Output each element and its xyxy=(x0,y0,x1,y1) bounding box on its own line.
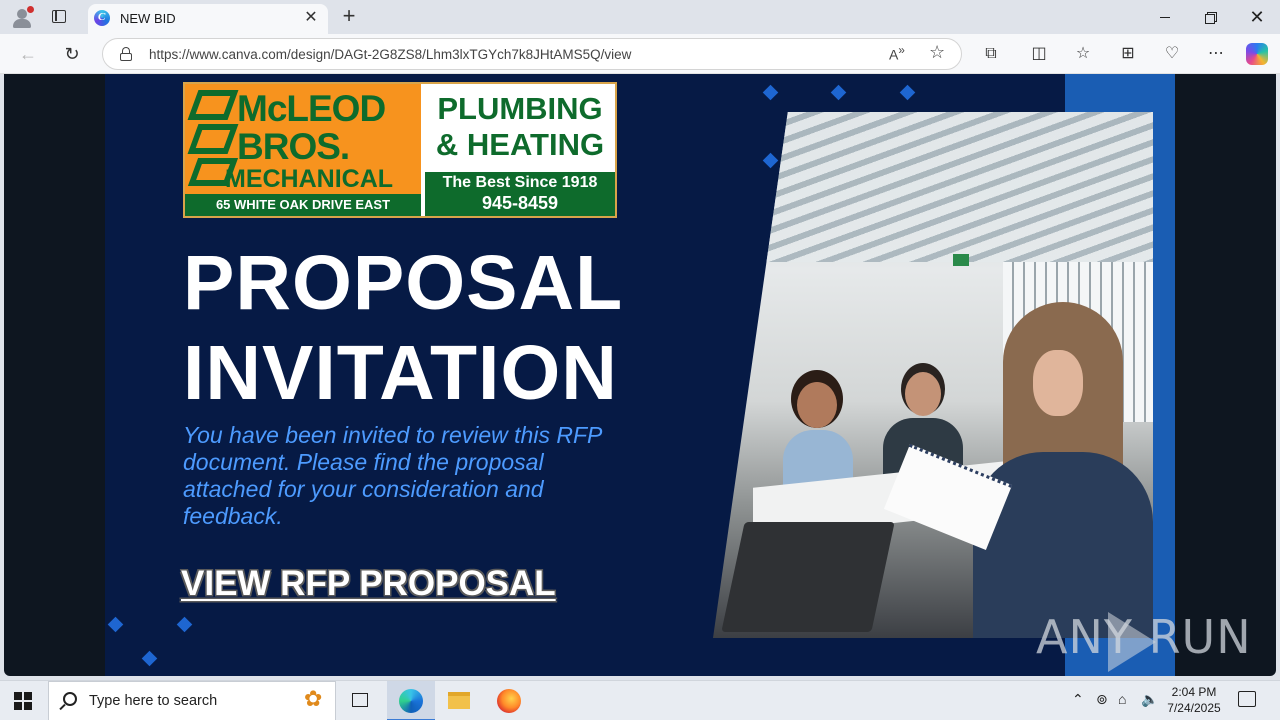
heading-line1: PROPOSAL xyxy=(183,240,624,326)
reload-icon[interactable]: ↻ xyxy=(58,40,86,68)
taskbar-search-box[interactable]: Type here to search ✿ xyxy=(48,681,336,720)
back-icon[interactable]: ← xyxy=(14,40,42,68)
logo-service2: & HEATING xyxy=(435,127,605,162)
favorite-star-icon[interactable]: ☆ xyxy=(929,42,945,63)
search-placeholder[interactable]: Type here to search xyxy=(89,693,217,709)
diamond-decoration xyxy=(830,84,847,101)
clock-time: 2:04 PM xyxy=(1171,685,1217,699)
anyrun-play-icon xyxy=(1108,612,1156,672)
read-aloud-icon[interactable]: A» xyxy=(889,44,905,63)
heading-line2: INVITATION xyxy=(183,330,618,416)
diamond-decoration xyxy=(899,84,916,101)
window-close-button[interactable]: ✕ xyxy=(1234,0,1280,34)
show-hidden-icons-chevron-icon[interactable]: ⌃ xyxy=(1072,691,1084,708)
company-logo-banner: McLEOD BROS. MECHANICAL 65 WHITE OAK DRI… xyxy=(183,82,617,218)
logo-phone: 945-8459 xyxy=(481,193,559,213)
collections-icon[interactable]: ⊞ xyxy=(1114,40,1142,68)
volume-icon[interactable]: 🔈 xyxy=(1141,691,1158,708)
edge-taskbar-button[interactable] xyxy=(387,681,435,720)
security-icon[interactable]: ⊚ xyxy=(1096,691,1108,708)
logo-tag-bar: The Best Since 1918 945-8459 xyxy=(425,172,615,216)
address-bar[interactable]: https://www.canva.com/design/DAGt-2G8ZS8… xyxy=(102,38,962,70)
logo-right-panel: PLUMBING & HEATING The Best Since 1918 9… xyxy=(425,84,615,216)
search-highlight-flowers-icon: ✿ xyxy=(304,686,323,711)
logo-line3: MECHANICAL xyxy=(225,165,394,193)
page-viewport: McLEOD BROS. MECHANICAL 65 WHITE OAK DRI… xyxy=(4,74,1276,676)
browser-essentials-icon[interactable]: ♡ xyxy=(1158,40,1186,68)
windows-taskbar: Type here to search ✿ ⌃ ⊚ ⌂ 🔈 2:04 PM 7/… xyxy=(0,680,1280,720)
windows-start-icon[interactable] xyxy=(14,692,32,710)
logo-address: 65 WHITE OAK DRIVE EAST xyxy=(185,194,421,216)
profile-icon[interactable] xyxy=(10,6,34,30)
diamond-decoration xyxy=(762,84,779,101)
tab-actions-icon[interactable] xyxy=(50,8,68,26)
edge-icon xyxy=(399,689,423,713)
notification-center-icon[interactable] xyxy=(1238,691,1256,707)
firefox-icon xyxy=(497,689,521,713)
diamond-decoration xyxy=(176,616,193,633)
diamond-decoration xyxy=(762,152,779,169)
search-icon xyxy=(63,692,77,706)
copilot-icon[interactable] xyxy=(1246,43,1268,65)
canva-favicon-icon xyxy=(94,10,110,26)
canva-design: McLEOD BROS. MECHANICAL 65 WHITE OAK DRI… xyxy=(105,74,1175,676)
extensions-icon[interactable]: ⧉ xyxy=(977,40,1005,68)
office-meeting-photo xyxy=(713,112,1153,638)
split-screen-icon[interactable]: ◫ xyxy=(1025,40,1053,68)
file-explorer-taskbar-button[interactable] xyxy=(435,681,483,720)
logo-service1: PLUMBING xyxy=(437,91,603,126)
settings-more-icon[interactable]: ⋯ xyxy=(1202,40,1230,68)
new-tab-button[interactable]: + xyxy=(338,4,360,28)
logo-line1: McLEOD xyxy=(237,88,386,129)
tab-new-bid[interactable]: NEW BID ✕ xyxy=(88,4,328,34)
taskbar-clock[interactable]: 2:04 PM 7/24/2025 xyxy=(1158,684,1230,716)
logo-tagline: The Best Since 1918 xyxy=(442,174,598,191)
lock-icon[interactable] xyxy=(119,47,133,61)
tab-strip: NEW BID ✕ + ✕ xyxy=(0,0,1280,34)
tab-title: NEW BID xyxy=(120,11,176,26)
favorites-icon[interactable]: ☆ xyxy=(1069,40,1097,68)
folder-icon xyxy=(448,692,470,709)
task-view-icon xyxy=(352,693,368,707)
logo-line2: BROS. xyxy=(237,126,350,167)
firefox-taskbar-button[interactable] xyxy=(484,681,532,720)
clock-date: 7/24/2025 xyxy=(1167,701,1221,715)
diamond-decoration xyxy=(107,616,124,633)
minimize-button[interactable] xyxy=(1142,0,1188,34)
task-view-button[interactable] xyxy=(336,681,384,720)
url-text[interactable]: https://www.canva.com/design/DAGt-2G8ZS8… xyxy=(149,47,631,62)
browser-toolbar: ← ↻ https://www.canva.com/design/DAGt-2G… xyxy=(0,34,1280,74)
description-text: You have been invited to review this RFP… xyxy=(183,422,602,529)
diamond-decoration xyxy=(141,650,158,667)
network-icon[interactable]: ⌂ xyxy=(1118,691,1126,707)
logo-left-panel: McLEOD BROS. MECHANICAL 65 WHITE OAK DRI… xyxy=(185,84,421,216)
restore-button[interactable] xyxy=(1188,0,1234,34)
close-tab-icon[interactable]: ✕ xyxy=(302,9,320,27)
view-rfp-proposal-link[interactable]: VIEW RFP PROPOSAL xyxy=(181,564,556,604)
